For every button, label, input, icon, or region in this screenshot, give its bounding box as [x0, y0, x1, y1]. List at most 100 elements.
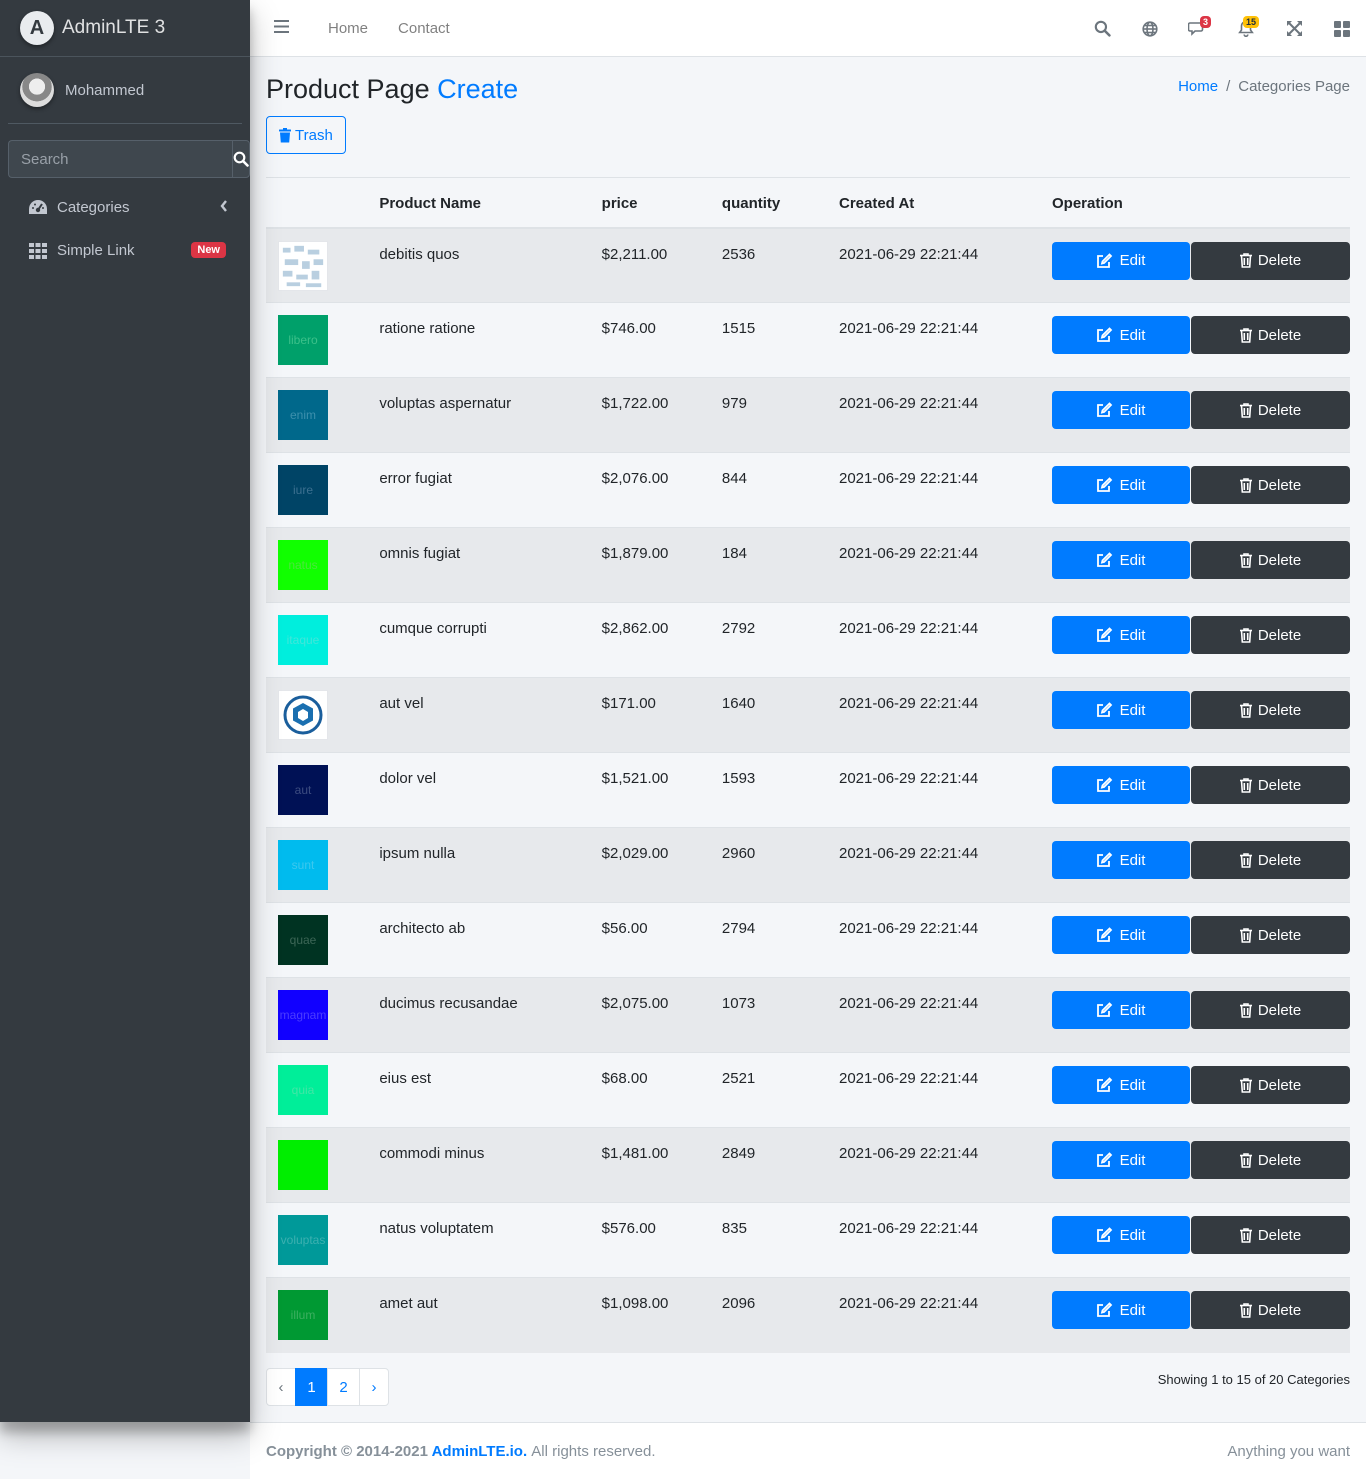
product-created-at: 2021-06-29 22:21:44 — [838, 602, 1052, 678]
delete-label: Delete — [1257, 776, 1302, 794]
pagination-page-1[interactable]: 1 — [295, 1368, 328, 1406]
delete-button[interactable]: Delete — [1191, 316, 1350, 354]
edit-button[interactable]: Edit — [1052, 316, 1190, 354]
edit-button[interactable]: Edit — [1052, 1291, 1190, 1329]
trash-button[interactable]: Trash — [266, 116, 346, 154]
product-price: $746.00 — [601, 302, 722, 378]
delete-button[interactable]: Delete — [1191, 616, 1350, 654]
edit-button[interactable]: Edit — [1052, 991, 1190, 1029]
product-operations: Edit Delete — [1052, 1277, 1350, 1353]
th-icon — [27, 242, 49, 260]
delete-button[interactable]: Delete — [1191, 691, 1350, 729]
edit-icon — [1096, 1002, 1112, 1017]
pagination-next[interactable]: › — [359, 1368, 389, 1406]
sidebar-item-simple-link[interactable]: Simple Link New — [8, 229, 242, 272]
notifications-button[interactable]: 15 — [1222, 0, 1270, 57]
edit-button[interactable]: Edit — [1052, 466, 1190, 504]
trash-icon — [1239, 1227, 1252, 1243]
brand-link[interactable]: A AdminLTE 3 — [0, 0, 250, 57]
delete-button[interactable]: Delete — [1191, 1141, 1350, 1179]
table-body: debitis quos $2,211.00 2536 2021-06-29 2… — [266, 227, 1350, 1353]
edit-icon — [1096, 1077, 1112, 1092]
nav-link-home[interactable]: Home — [328, 20, 368, 37]
footer-brand-link[interactable]: AdminLTE.io. — [432, 1443, 528, 1460]
edit-label: Edit — [1119, 551, 1146, 569]
delete-button[interactable]: Delete — [1191, 1066, 1350, 1104]
sidebar-item-categories[interactable]: Categories — [8, 186, 242, 229]
product-image-cell: itaque — [266, 602, 380, 678]
breadcrumb-home[interactable]: Home — [1178, 78, 1218, 95]
trash-icon — [1239, 1077, 1252, 1093]
product-name: amet aut — [379, 1277, 602, 1353]
delete-label: Delete — [1257, 1076, 1302, 1094]
table-row: sunt ipsum nulla $2,029.00 2960 2021-06-… — [266, 827, 1350, 903]
column-header-image — [266, 177, 380, 229]
delete-button[interactable]: Delete — [1191, 991, 1350, 1029]
user-name[interactable]: Mohammed — [65, 82, 144, 99]
delete-button[interactable]: Delete — [1191, 766, 1350, 804]
edit-button[interactable]: Edit — [1052, 916, 1190, 954]
control-sidebar-button[interactable] — [1318, 0, 1366, 57]
product-operations: Edit Delete — [1052, 227, 1350, 303]
create-link[interactable]: Create — [437, 74, 518, 104]
user-panel[interactable]: Mohammed — [8, 57, 242, 124]
language-button[interactable] — [1126, 0, 1174, 57]
product-quantity: 184 — [721, 527, 839, 603]
table-row: natus omnis fugiat $1,879.00 184 2021-06… — [266, 527, 1350, 603]
table-row: voluptas natus voluptatem $576.00 835 20… — [266, 1202, 1350, 1278]
delete-button[interactable]: Delete — [1191, 916, 1350, 954]
edit-button[interactable]: Edit — [1052, 841, 1190, 879]
product-thumbnail: quia — [278, 1065, 328, 1115]
column-header-quantity: quantity — [721, 177, 839, 229]
product-price: $576.00 — [601, 1202, 722, 1278]
edit-button[interactable]: Edit — [1052, 691, 1190, 729]
messages-button[interactable]: 3 — [1174, 0, 1222, 57]
brand-logo: A — [20, 11, 54, 45]
edit-button[interactable]: Edit — [1052, 766, 1190, 804]
nav-link-contact[interactable]: Contact — [398, 20, 450, 37]
product-thumbnail — [278, 1140, 328, 1190]
product-thumbnail — [278, 240, 328, 291]
sidebar-search — [8, 140, 250, 178]
column-header-name: Product Name — [379, 177, 602, 229]
navbar-search-button[interactable] — [1078, 0, 1126, 57]
trash-icon — [1239, 1002, 1252, 1018]
product-operations: Edit Delete — [1052, 602, 1350, 678]
product-created-at: 2021-06-29 22:21:44 — [838, 1127, 1052, 1203]
delete-button[interactable]: Delete — [1191, 241, 1350, 280]
trash-icon — [279, 127, 291, 142]
delete-button[interactable]: Delete — [1191, 466, 1350, 504]
edit-button[interactable]: Edit — [1052, 391, 1190, 429]
product-name: ducimus recusandae — [379, 977, 602, 1053]
fullscreen-button[interactable] — [1270, 0, 1318, 57]
edit-button[interactable]: Edit — [1052, 241, 1190, 280]
delete-button[interactable]: Delete — [1191, 1216, 1350, 1254]
product-thumbnail: aut — [278, 765, 328, 815]
edit-icon — [1096, 852, 1112, 867]
delete-button[interactable]: Delete — [1191, 1291, 1350, 1329]
product-name: aut vel — [379, 677, 602, 753]
menu-toggle-button[interactable] — [274, 19, 290, 37]
notifications-badge: 15 — [1242, 16, 1259, 28]
sidebar-search-button[interactable] — [232, 140, 250, 178]
edit-button[interactable]: Edit — [1052, 1066, 1190, 1104]
delete-button[interactable]: Delete — [1191, 541, 1350, 579]
pagination-page-2[interactable]: 2 — [327, 1368, 360, 1406]
table-row: aut vel $171.00 1640 2021-06-29 22:21:44… — [266, 677, 1350, 753]
product-image-cell: quia — [266, 1052, 380, 1128]
edit-button[interactable]: Edit — [1052, 1216, 1190, 1254]
product-price: $2,029.00 — [601, 827, 722, 903]
edit-button[interactable]: Edit — [1052, 1141, 1190, 1179]
delete-button[interactable]: Delete — [1191, 841, 1350, 879]
product-quantity: 1515 — [721, 302, 839, 378]
pagination-prev[interactable]: ‹ — [266, 1368, 296, 1406]
edit-button[interactable]: Edit — [1052, 541, 1190, 579]
delete-button[interactable]: Delete — [1191, 391, 1350, 429]
product-operations: Edit Delete — [1052, 452, 1350, 528]
footer-rights: All rights reserved. — [531, 1442, 656, 1460]
delete-label: Delete — [1257, 926, 1302, 944]
sidebar-search-input[interactable] — [8, 140, 232, 178]
product-quantity: 835 — [721, 1202, 839, 1278]
edit-button[interactable]: Edit — [1052, 616, 1190, 654]
sidebar-item-label: Categories — [57, 199, 130, 216]
